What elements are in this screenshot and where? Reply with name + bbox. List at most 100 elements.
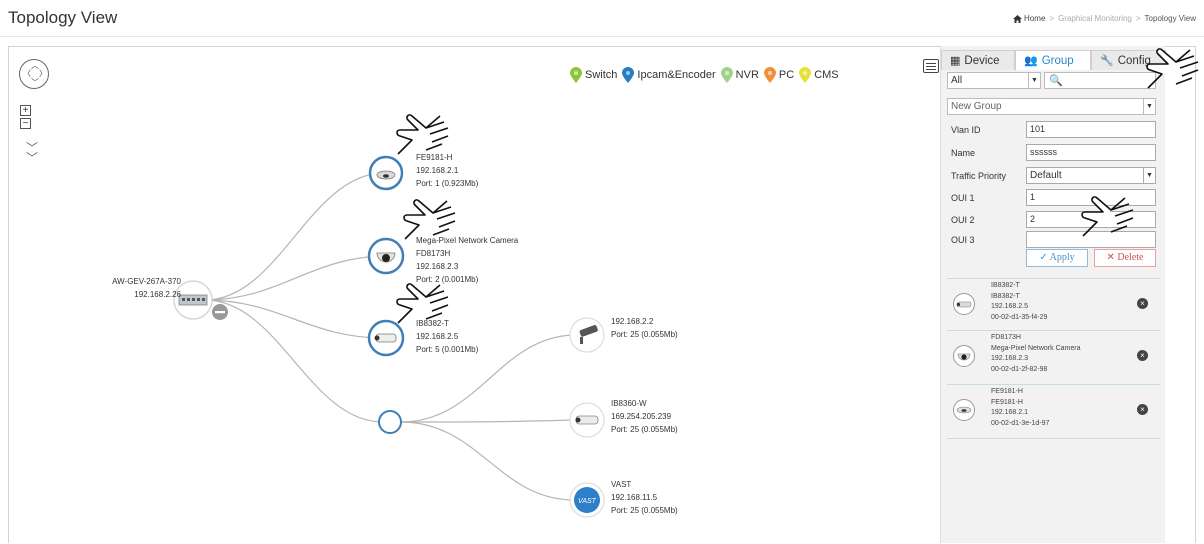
node-hub-empty[interactable] xyxy=(378,410,402,434)
breadcrumb-home[interactable]: Home xyxy=(1013,14,1045,23)
oui2-label: OUI 2 xyxy=(951,215,975,225)
node-ip: 192.168.2.26 xyxy=(134,290,181,299)
vast-logo-text: VAST xyxy=(578,498,597,505)
node-label-fd8173: Mega-Pixel Network Camera FD8173H 192.16… xyxy=(416,234,518,286)
list-item[interactable]: FE9181-H FE9181-H 192.168.2.1 00-02-d1-3… xyxy=(947,384,1160,436)
device-filter-select[interactable]: All ▼ xyxy=(947,72,1041,89)
breadcrumb-separator: > xyxy=(1049,14,1055,23)
group-select[interactable]: New Group ▼ xyxy=(947,98,1156,115)
node-name: AW-GEV-267A-370 xyxy=(112,277,181,286)
node-ip: 192.168.2.5 xyxy=(416,332,459,341)
check-icon: ✓ xyxy=(1039,252,1048,263)
legend-label: CMS xyxy=(814,69,839,81)
hand-pointer-icon xyxy=(1081,196,1134,237)
member-model: IB8382-T xyxy=(991,292,1020,300)
breadcrumb-graphical-monitoring[interactable]: Graphical Monitoring xyxy=(1058,14,1132,23)
breadcrumb-home-label: Home xyxy=(1024,14,1046,23)
node-label-vast: VAST 192.168.11.5 Port: 25 (0.055Mb) xyxy=(611,478,678,517)
node-ib8360-w[interactable] xyxy=(569,402,605,438)
list-item[interactable]: FD8173H Mega-Pixel Network Camera 192.16… xyxy=(947,330,1160,382)
node-port: Port: 25 (0.055Mb) xyxy=(611,506,678,515)
legend-label: NVR xyxy=(735,69,759,81)
node-name: FE9181-H xyxy=(416,153,453,162)
select-value: Default xyxy=(1030,170,1062,181)
name-field[interactable]: ssssss xyxy=(1026,144,1156,161)
camera-icon xyxy=(953,399,975,421)
wrench-icon: 🔧 xyxy=(1100,55,1114,67)
vlan-id-label: Vlan ID xyxy=(951,125,981,135)
node-label-fe9181: FE9181-H 192.168.2.1 Port: 1 (0.923Mb) xyxy=(416,151,478,190)
name-label: Name xyxy=(951,148,976,158)
search-icon: 🔍 xyxy=(1049,75,1063,87)
oui3-label: OUI 3 xyxy=(951,235,975,245)
apply-button[interactable]: ✓ Apply xyxy=(1026,249,1088,267)
node-name: VAST xyxy=(611,480,632,489)
node-label-switch: AW-GEV-267A-370 192.168.2.26 xyxy=(91,275,181,301)
pan-down-icon[interactable]: ﹀ xyxy=(31,79,39,87)
member-ip: 192.168.2.1 xyxy=(991,409,1028,416)
member-ip: 192.168.2.5 xyxy=(991,303,1028,310)
apply-label: Apply xyxy=(1049,252,1075,263)
delete-button[interactable]: ✕ Delete xyxy=(1094,249,1156,267)
node-ip: 192.168.2.2 xyxy=(611,317,654,326)
node-ip: 192.168.2.3 xyxy=(416,262,459,271)
remove-icon[interactable]: × xyxy=(1137,350,1148,361)
node-fe9181-h[interactable] xyxy=(368,155,404,191)
remove-icon[interactable]: × xyxy=(1137,298,1148,309)
link-hub-ib8360 xyxy=(400,419,575,423)
member-mac: 00-02-d1-3e-1d-97 xyxy=(991,419,1050,427)
node-fd8173h[interactable] xyxy=(367,237,405,275)
breadcrumb: Home > Graphical Monitoring > Topology V… xyxy=(1013,14,1196,23)
zoom-out-button[interactable]: − xyxy=(20,118,31,129)
member-mac: 00-02-d1-2f-82-98 xyxy=(991,365,1048,373)
node-port: Port: 25 (0.055Mb) xyxy=(611,425,678,434)
pan-up-icon[interactable]: ︿ xyxy=(31,62,39,70)
users-icon: 👥 xyxy=(1024,55,1038,67)
traffic-priority-select[interactable]: Default ▼ xyxy=(1026,167,1156,184)
select-value: All xyxy=(951,75,963,86)
node-port: Port: 5 (0.001Mb) xyxy=(416,345,479,354)
node-label-leaf-1: 192.168.2.2 Port: 25 (0.055Mb) xyxy=(611,315,678,341)
list-item[interactable]: IB8382-T IB8382-T 192.168.2.5 00-02-d1-3… xyxy=(947,278,1160,330)
pan-right-icon[interactable]: 〉 xyxy=(39,70,47,78)
node-name: IB8360-W xyxy=(611,399,647,408)
node-label-ib8382: IB8382-T 192.168.2.5 Port: 5 (0.001Mb) xyxy=(416,317,478,356)
remove-icon[interactable]: × xyxy=(1137,404,1148,415)
node-vast[interactable]: VAST xyxy=(569,482,605,518)
nvr-pin-icon xyxy=(720,67,733,83)
node-192-168-2-2[interactable] xyxy=(569,317,605,353)
grid-icon: ▦ xyxy=(950,55,961,67)
node-ip: 192.168.11.5 xyxy=(611,493,658,502)
member-ip: 192.168.2.3 xyxy=(991,355,1028,362)
pan-left-icon[interactable]: 〈 xyxy=(23,70,31,78)
home-icon xyxy=(1013,14,1023,23)
zoom-in-button[interactable]: + xyxy=(20,105,31,116)
chevron-down-icon: ▼ xyxy=(1143,168,1155,183)
delete-label: Delete xyxy=(1117,252,1144,263)
list-divider xyxy=(947,438,1160,439)
search-input[interactable]: 🔍 xyxy=(1044,72,1156,89)
node-name: Mega-Pixel Network Camera xyxy=(416,236,519,245)
collapse-node-icon[interactable] xyxy=(212,304,228,320)
tab-label: Group xyxy=(1041,54,1074,67)
switch-pin-icon xyxy=(570,67,582,83)
node-ib8382-t[interactable] xyxy=(367,319,405,357)
vlan-id-field[interactable]: 101 xyxy=(1026,121,1156,138)
member-name: FD8173H xyxy=(991,334,1021,341)
link-switch-hub xyxy=(204,299,384,423)
tab-device[interactable]: ▦ Device xyxy=(941,50,1015,70)
close-icon: ✕ xyxy=(1106,252,1115,263)
panel-toggle-button[interactable] xyxy=(923,59,939,73)
pan-control[interactable]: ︿ ﹀ 〈 〉 xyxy=(19,59,49,89)
double-chevron-down-icon[interactable]: ﹀ ﹀ xyxy=(26,142,38,164)
camera-icon xyxy=(953,293,975,315)
device-legend: Switch Ipcam&Encoder NVR PC CMS xyxy=(565,67,839,83)
tab-label: Device xyxy=(964,54,1000,67)
member-model: Mega-Pixel Network Camera xyxy=(991,344,1081,352)
node-name: IB8382-T xyxy=(416,319,449,328)
member-model: FE9181-H xyxy=(991,398,1023,406)
tab-group[interactable]: 👥 Group xyxy=(1015,50,1091,70)
link-hub-vast xyxy=(400,421,575,501)
pc-pin-icon xyxy=(763,67,776,83)
node-model: FD8173H xyxy=(416,249,451,258)
